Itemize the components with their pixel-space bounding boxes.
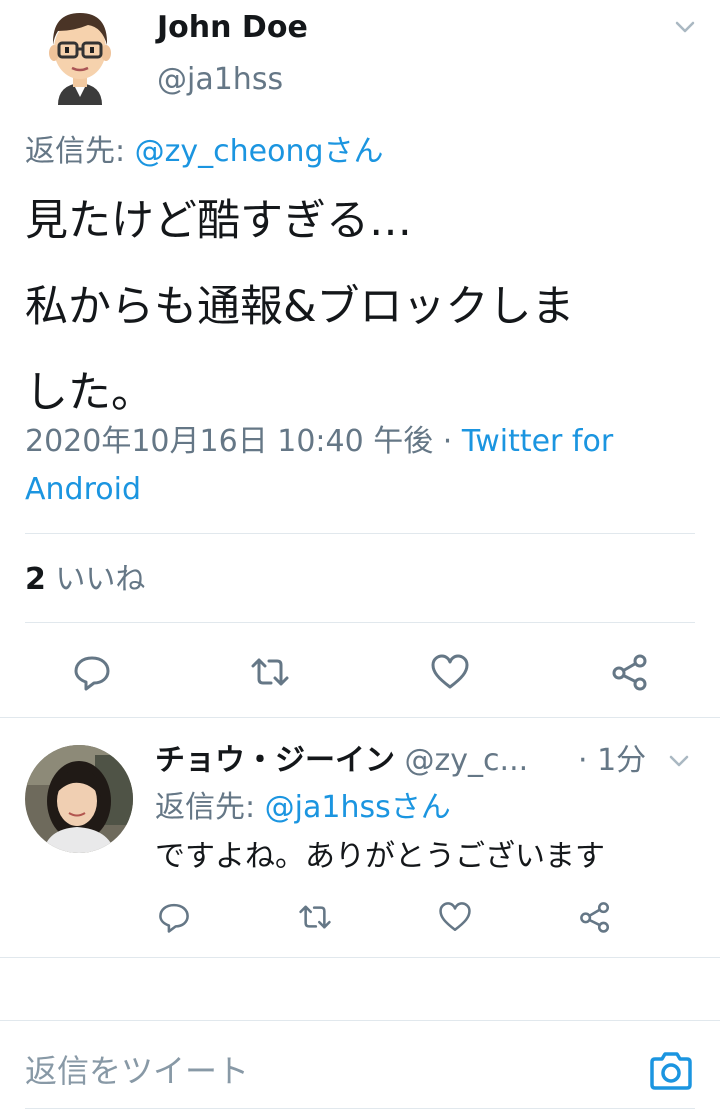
tweet-source-link[interactable]: Twitter for [462,424,613,459]
retweet-icon[interactable] [250,652,290,692]
reply-author-handle[interactable]: @zy_c... [405,743,529,778]
author-avatar[interactable] [44,5,116,105]
share-icon[interactable] [578,900,612,934]
likes-count: 2 [25,562,46,597]
divider [0,957,720,958]
reply-icon[interactable] [72,652,112,692]
divider [0,1020,720,1021]
reply-icon[interactable] [157,900,191,934]
tweet-text: 見たけど酷すぎる… 私からも通報&ブロックしま した。 [25,178,705,436]
chevron-down-icon[interactable] [664,746,694,776]
like-icon[interactable] [438,900,472,934]
reply-to-label: 返信先: [155,790,265,825]
reply-time: · 1分 [578,743,647,778]
reply-text: ですよね。ありがとうございます [155,839,605,874]
reply-to-user-link[interactable]: @zy_cheongさん [135,134,384,169]
divider [25,622,695,623]
compose-underline [25,1108,695,1109]
reply-reply-to-line: 返信先: @ja1hssさん [155,787,451,829]
reply-author-avatar[interactable] [25,745,133,853]
like-icon[interactable] [430,652,470,692]
divider [25,533,695,534]
author-handle[interactable]: @ja1hss [157,60,283,100]
chevron-down-icon[interactable] [670,12,700,42]
meta-separator: · [433,424,462,459]
tweet-timestamp[interactable]: 2020年10月16日 10:40 午後 [25,424,433,459]
tweet-meta: 2020年10月16日 10:40 午後 · Twitter for Andro… [25,418,705,514]
likes-label: いいね [55,562,146,597]
reply-compose-input[interactable]: 返信をツイート [25,1050,249,1092]
tweet-text-line: 見たけど酷すぎる… [25,196,412,246]
reply-to-user-link[interactable]: @ja1hssさん [265,790,451,825]
share-icon[interactable] [610,652,650,692]
reply-to-line: 返信先: @zy_cheongさん [25,132,384,172]
camera-icon[interactable] [648,1050,694,1092]
reply-to-label: 返信先: [25,134,135,169]
retweet-icon[interactable] [298,900,332,934]
divider [0,717,720,718]
tweet-text-line: 私からも通報&ブロックしま [25,282,575,332]
likes-row[interactable]: 2 いいね [25,560,145,600]
author-name[interactable]: John Doe [157,8,308,48]
reply-author-name[interactable]: チョウ・ジーイン [155,743,395,778]
tweet-source-link-cont[interactable]: Android [25,472,141,507]
reply-header: チョウ・ジーイン @zy_c... [155,740,528,782]
